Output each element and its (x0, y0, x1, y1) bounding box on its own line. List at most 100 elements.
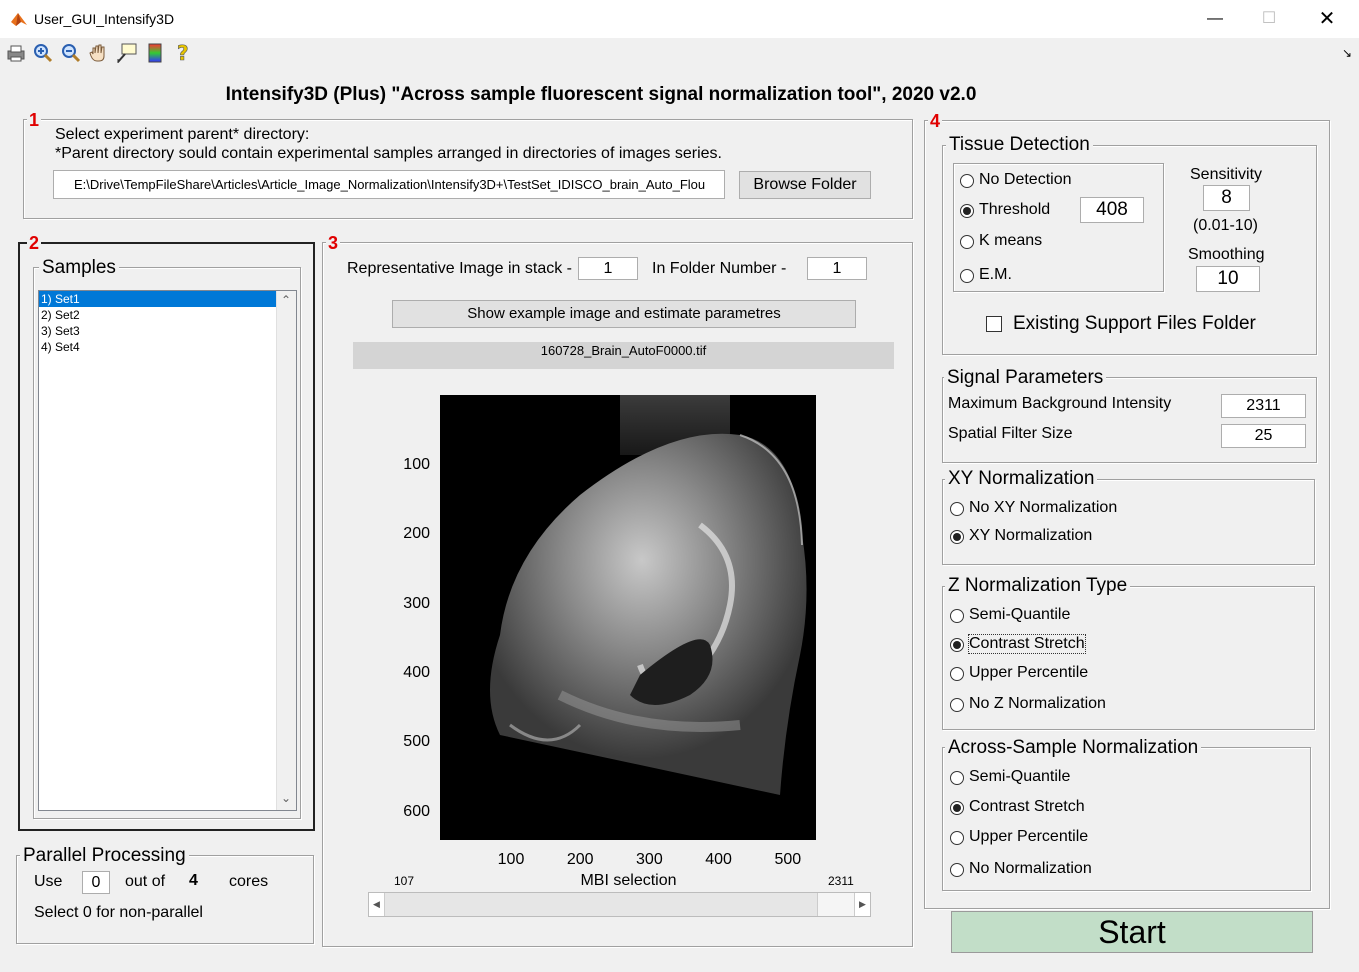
z-normalization-radio[interactable] (950, 698, 964, 712)
show-example-button[interactable]: Show example image and estimate parametr… (392, 300, 856, 328)
section-1-number: 1 (27, 110, 42, 130)
across-sample-option-label[interactable]: Contrast Stretch (969, 798, 1085, 816)
zoom-in-icon[interactable] (32, 42, 54, 64)
maximize-button[interactable]: ☐ (1246, 4, 1292, 34)
x-tick-label: 300 (636, 851, 663, 868)
mbi-slider[interactable]: ◀ ▶ (368, 892, 871, 917)
tissue-method-radio[interactable] (960, 269, 974, 283)
tissue-method-option-label[interactable]: K means (979, 232, 1042, 250)
zoom-out-icon[interactable] (60, 42, 82, 64)
across-sample-option-label[interactable]: Upper Percentile (969, 828, 1088, 846)
across-sample-option-label[interactable]: No Normalization (969, 860, 1092, 878)
across-sample-option-label[interactable]: Semi-Quantile (969, 768, 1070, 786)
z-normalization-option-label[interactable]: No Z Normalization (969, 695, 1106, 713)
directory-path-input[interactable]: E:\Drive\TempFileShare\Articles\Article_… (53, 170, 725, 199)
xy-normalization-option-label[interactable]: No XY Normalization (969, 499, 1117, 517)
directory-instruction: Select experiment parent* directory: (55, 126, 310, 143)
samples-scrollbar[interactable]: ⌃ ⌄ (276, 291, 296, 810)
svg-text:?: ? (177, 42, 189, 64)
out-of-label: out of (125, 873, 166, 890)
z-normalization-title: Z Normalization Type (945, 575, 1131, 597)
spatial-filter-input[interactable]: 25 (1221, 424, 1306, 448)
x-tick-label: 100 (497, 851, 525, 868)
across-sample-radio[interactable] (950, 801, 964, 815)
tissue-method-radio[interactable] (960, 235, 974, 249)
representative-image-input[interactable]: 1 (578, 257, 638, 280)
parallel-processing-title: Parallel Processing (20, 845, 189, 867)
colorbar-icon[interactable] (144, 42, 166, 64)
data-cursor-icon[interactable] (116, 42, 138, 64)
z-normalization-option-label[interactable]: Upper Percentile (969, 664, 1088, 682)
slider-right-arrow-icon[interactable]: ▶ (854, 893, 870, 916)
y-tick-label: 600 (403, 802, 430, 820)
parallel-processing-group (16, 855, 314, 944)
sample-list-item[interactable]: 2) Set2 (39, 307, 276, 323)
x-tick-label: 400 (705, 851, 732, 868)
tissue-method-option-label[interactable]: No Detection (979, 171, 1072, 189)
figure-toolbar: ? ↘ (0, 38, 1359, 68)
brain-image-axes (440, 395, 816, 840)
smoothing-label: Smoothing (1188, 246, 1265, 263)
existing-support-checkbox[interactable] (986, 316, 1002, 332)
scroll-down-icon[interactable]: ⌄ (281, 791, 291, 805)
slider-thumb[interactable] (817, 893, 859, 916)
cores-input[interactable]: 0 (82, 871, 110, 894)
z-normalization-option-label[interactable]: Semi-Quantile (969, 606, 1070, 624)
section-3-number: 3 (326, 233, 341, 253)
close-button[interactable]: ✕ (1304, 4, 1350, 34)
max-background-label: Maximum Background Intensity (948, 395, 1172, 412)
xy-normalization-radio[interactable] (950, 530, 964, 544)
across-sample-radio[interactable] (950, 863, 964, 877)
matlab-logo-icon (11, 13, 27, 26)
across-sample-radio[interactable] (950, 771, 964, 785)
tissue-method-radio[interactable] (960, 204, 974, 218)
folder-number-input[interactable]: 1 (807, 257, 867, 280)
directory-note: *Parent directory sould contain experime… (55, 145, 722, 162)
mbi-selection-label: MBI selection (580, 872, 677, 889)
across-sample-title: Across-Sample Normalization (945, 737, 1202, 759)
sensitivity-label: Sensitivity (1190, 166, 1263, 183)
tissue-method-radio[interactable] (960, 174, 974, 188)
use-label: Use (34, 873, 63, 890)
printer-icon[interactable] (5, 42, 27, 64)
slider-left-arrow-icon[interactable]: ◀ (369, 893, 385, 916)
slider-min-label: 107 (394, 874, 415, 888)
tissue-method-option-label[interactable]: Threshold (979, 201, 1050, 219)
sensitivity-input[interactable]: 8 (1203, 185, 1250, 211)
z-normalization-radio[interactable] (950, 638, 964, 652)
toolbar-overflow-icon[interactable]: ↘ (1342, 46, 1352, 60)
sample-list-item[interactable]: 4) Set4 (39, 339, 276, 355)
y-tick-label: 500 (403, 733, 430, 751)
minimize-button[interactable]: — (1192, 4, 1238, 34)
samples-listbox[interactable]: 1) Set1 2) Set2 3) Set3 4) Set4 ⌃ ⌄ (38, 290, 297, 811)
tissue-detection-title: Tissue Detection (946, 134, 1093, 156)
sensitivity-range: (0.01-10) (1193, 217, 1258, 234)
signal-parameters-group (942, 377, 1317, 463)
threshold-value-input[interactable]: 408 (1080, 197, 1144, 223)
sample-list-item[interactable]: 1) Set1 (39, 291, 276, 307)
y-tick-label: 300 (403, 594, 430, 612)
section-2-number: 2 (27, 233, 42, 253)
z-normalization-radio[interactable] (950, 667, 964, 681)
samples-title: Samples (39, 257, 119, 279)
browse-folder-button[interactable]: Browse Folder (739, 171, 871, 199)
max-background-input[interactable]: 2311 (1221, 394, 1306, 418)
smoothing-input[interactable]: 10 (1196, 266, 1260, 292)
help-icon[interactable]: ? (172, 42, 194, 64)
xy-normalization-option-label[interactable]: XY Normalization (969, 527, 1092, 545)
across-sample-radio[interactable] (950, 831, 964, 845)
z-normalization-option-label[interactable]: Contrast Stretch (968, 634, 1086, 654)
sample-list-item[interactable]: 3) Set3 (39, 323, 276, 339)
scroll-up-icon[interactable]: ⌃ (281, 293, 291, 307)
parallel-hint: Select 0 for non-parallel (34, 904, 203, 921)
tissue-method-option-label[interactable]: E.M. (979, 266, 1012, 284)
app-header-title: Intensify3D (Plus) "Across sample fluore… (225, 84, 977, 105)
x-tick-label: 500 (774, 851, 802, 868)
start-button[interactable]: Start (951, 911, 1313, 953)
z-normalization-radio[interactable] (950, 609, 964, 623)
xy-normalization-radio[interactable] (950, 502, 964, 516)
x-tick-label: 200 (566, 851, 594, 868)
pan-hand-icon[interactable] (88, 42, 110, 64)
y-tick-label: 100 (403, 456, 430, 473)
available-cores-count: 4 (189, 872, 198, 889)
